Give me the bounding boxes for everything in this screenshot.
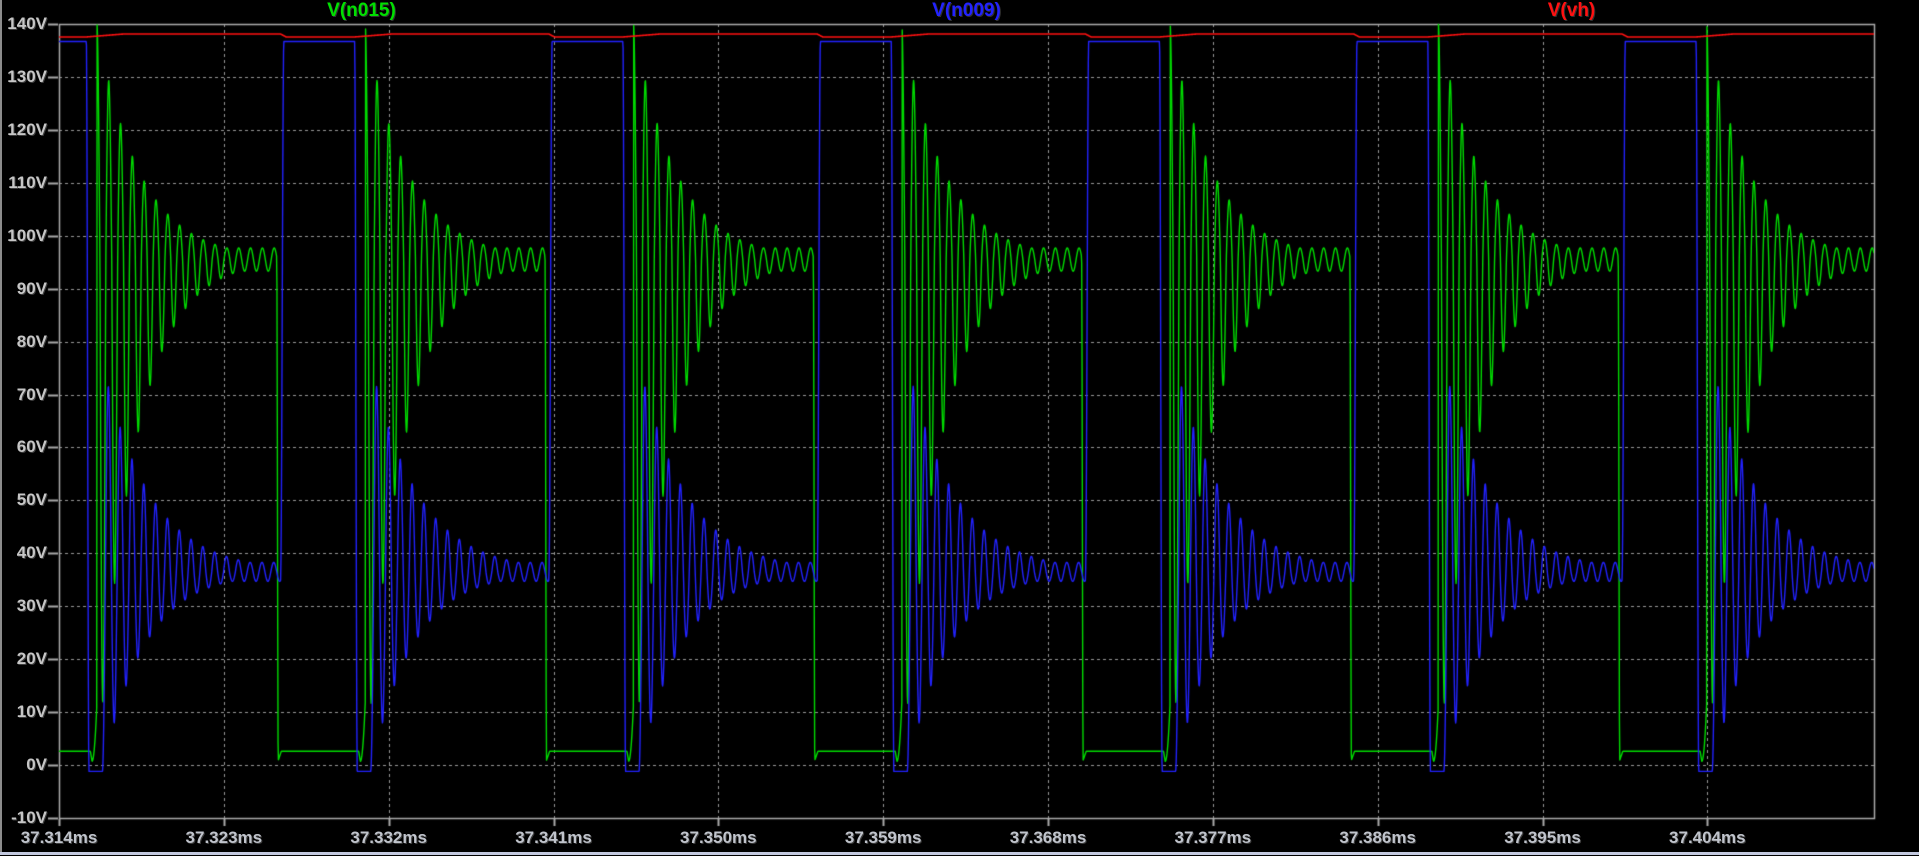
x-axis-label: 37.359ms (813, 829, 953, 847)
ltspice-plot-pane: V(n015) V(n009) V(vh) 140V 130V 120V 110V 10… (0, 0, 1919, 856)
x-axis-label: 37.368ms (978, 829, 1118, 847)
x-axis-label: 37.404ms (1637, 829, 1777, 847)
x-axis-label: 37.377ms (1143, 829, 1283, 847)
y-axis-label: 10V (1, 703, 47, 721)
waveform-plot-canvas[interactable] (0, 0, 1919, 856)
y-axis-label: 110V (1, 174, 47, 192)
y-axis-label: 140V (1, 15, 47, 33)
legend-trace-label-n009[interactable]: V(n009) (932, 0, 1001, 22)
y-axis-label: 20V (1, 650, 47, 668)
x-axis-label: 37.386ms (1308, 829, 1448, 847)
y-axis-label: 40V (1, 544, 47, 562)
x-axis-label: 37.395ms (1473, 829, 1613, 847)
y-axis-label: 100V (1, 227, 47, 245)
x-axis-label: 37.314ms (0, 829, 129, 847)
legend-trace-label-vh[interactable]: V(vh) (1548, 0, 1596, 22)
y-axis-label: 60V (1, 438, 47, 456)
window-bottom-edge (0, 852, 1919, 855)
x-axis-label: 37.350ms (648, 829, 788, 847)
x-axis-label: 37.332ms (319, 829, 459, 847)
y-axis-label: 130V (1, 68, 47, 86)
x-axis-label: 37.341ms (484, 829, 624, 847)
y-axis-label: 80V (1, 333, 47, 351)
legend-trace-label-n015[interactable]: V(n015) (327, 0, 396, 22)
y-axis-label: 0V (1, 756, 47, 774)
y-axis-label: 50V (1, 491, 47, 509)
y-axis-label: -10V (1, 809, 47, 827)
y-axis-label: 120V (1, 121, 47, 139)
x-axis-label: 37.323ms (154, 829, 294, 847)
y-axis-label: 30V (1, 597, 47, 615)
window-left-edge (0, 0, 2, 852)
y-axis-label: 90V (1, 280, 47, 298)
y-axis-label: 70V (1, 386, 47, 404)
